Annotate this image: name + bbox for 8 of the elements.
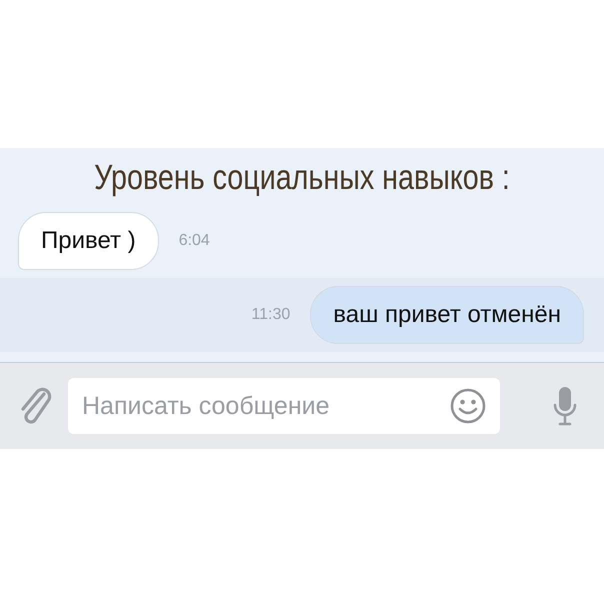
caption-text: Уровень социальных навыков :: [93, 157, 511, 199]
smiley-icon[interactable]: [450, 388, 486, 424]
message-bubble: ваш привет отменён: [310, 286, 584, 344]
message-time: 11:30: [251, 306, 290, 324]
message-input[interactable]: Написать сообщение: [68, 378, 500, 434]
message-bubble: Привет ): [18, 212, 159, 270]
message-time: 6:04: [178, 232, 210, 250]
microphone-icon[interactable]: [552, 385, 578, 427]
